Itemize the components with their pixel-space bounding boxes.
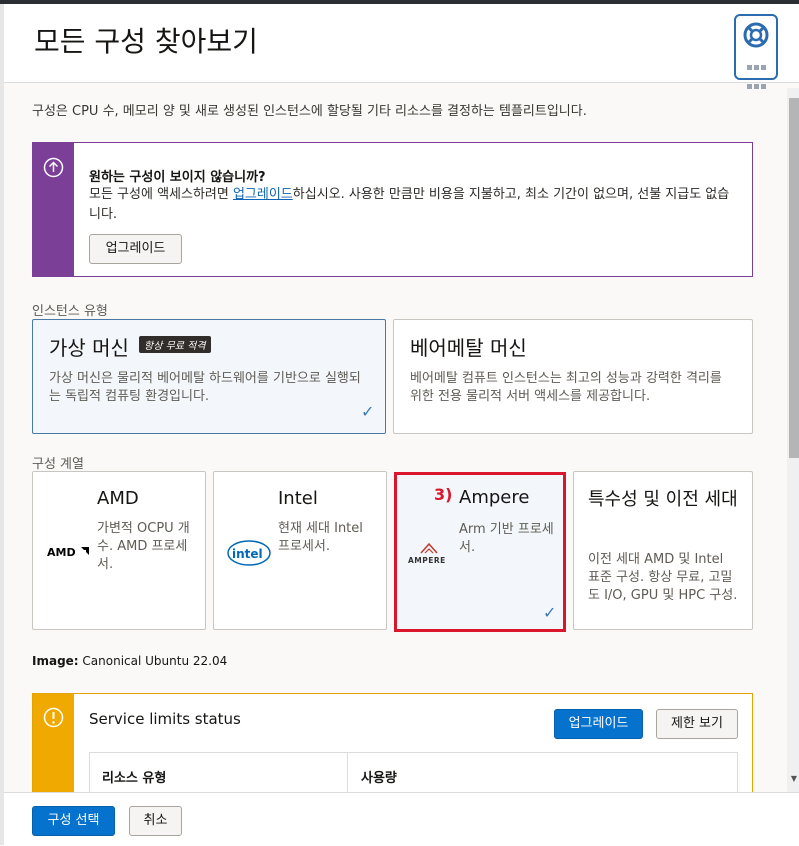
instance-type-bare-metal[interactable]: 베어메탈 머신 베어메탈 컴퓨트 인스턴스는 최고의 성능과 강력한 격리를 위… [393, 319, 753, 434]
lifebuoy-icon [743, 22, 769, 48]
amd-title: AMD [97, 488, 139, 509]
page-title: 모든 구성 찾아보기 [34, 25, 258, 58]
service-limits-title: Service limits status [89, 710, 241, 728]
grid-dots-icon [746, 56, 768, 94]
browse-shapes-dialog: 모든 구성 찾아보기 ▼ 구성은 CPU 수, 메모리 양 및 새로 생성된 인… [4, 4, 799, 846]
selection-highlight-box [394, 472, 566, 632]
shape-series-intel[interactable]: Intel intel 현재 세대 Intel 프로세서. [213, 471, 387, 630]
amd-logo-icon: AMD [47, 546, 89, 559]
bare-metal-title: 베어메탈 머신 [410, 336, 527, 360]
help-button[interactable] [734, 14, 778, 89]
dialog-header: 모든 구성 찾아보기 [4, 4, 799, 89]
upgrade-notice-prefix: 모든 구성에 액세스하려면 [89, 187, 233, 202]
specialty-description: 이전 세대 AMD 및 Intel 표준 구성. 항상 무료, 고밀도 I/O,… [588, 552, 738, 603]
notice-stripe [33, 143, 74, 276]
shape-series-specialty[interactable]: 특수성 및 이전 세대 이전 세대 AMD 및 Intel 표준 구성. 항상 … [573, 471, 753, 630]
dialog-footer: 구성 선택 취소 [4, 792, 799, 846]
image-info: Image: Canonical Ubuntu 22.04 [32, 654, 227, 668]
shape-series-label: 구성 계열 [32, 457, 84, 472]
amd-description: 가변적 OCPU 개수. AMD 프로세서. [97, 521, 190, 572]
arrow-up-circle-icon [43, 157, 64, 178]
cancel-button[interactable]: 취소 [129, 806, 182, 836]
scroll-down-arrow-icon[interactable]: ▼ [789, 774, 799, 783]
bare-metal-description: 베어메탈 컴퓨트 인스턴스는 최고의 성능과 강력한 격리를 위한 전용 물리적… [410, 371, 722, 404]
select-shape-button[interactable]: 구성 선택 [32, 806, 115, 836]
specialty-title: 특수성 및 이전 세대 [588, 489, 738, 510]
vm-title: 가상 머신 [49, 336, 129, 360]
column-header-usage: 사용량 [361, 771, 397, 786]
svg-text:AMD: AMD [47, 546, 76, 559]
shape-series-amd[interactable]: AMD AMD 가변적 OCPU 개수. AMD 프로세서. [32, 471, 206, 630]
check-icon: ✓ [361, 402, 375, 421]
scrollbar-thumb[interactable] [789, 98, 799, 458]
instance-type-virtual-machine[interactable]: 가상 머신 항상 무료 적격 가상 머신은 물리적 베어메탈 하드웨어를 기반으… [32, 319, 386, 434]
view-limits-button[interactable]: 제한 보기 [656, 709, 738, 739]
service-limits-upgrade-button[interactable]: 업그레이드 [554, 709, 643, 739]
upgrade-link[interactable]: 업그레이드 [233, 187, 293, 202]
intel-title: Intel [278, 488, 318, 509]
always-free-badge: 항상 무료 적격 [139, 336, 211, 353]
intel-logo-icon: intel [227, 540, 271, 566]
upgrade-notice-title: 원하는 구성이 보이지 않습니까? [89, 170, 266, 185]
image-value: Canonical Ubuntu 22.04 [82, 654, 228, 668]
upgrade-notice-body: 모든 구성에 액세스하려면 업그레이드하십시오. 사용한 만큼만 비용을 지불하… [89, 185, 739, 225]
instance-type-label: 인스턴스 유형 [32, 304, 108, 319]
svg-text:intel: intel [232, 547, 263, 561]
step-label: 3) [434, 485, 453, 504]
vm-description: 가상 머신은 물리적 베어메탈 하드웨어를 기반으로 실행되는 독립적 컴퓨팅 … [49, 371, 361, 404]
intel-description: 현재 세대 Intel 프로세서. [278, 521, 363, 554]
warning-circle-icon [43, 707, 64, 728]
service-limits-panel: Service limits status 업그레이드 제한 보기 리소스 유형… [32, 693, 753, 803]
image-label: Image: [32, 654, 79, 668]
column-header-resource-type: 리소스 유형 [102, 771, 167, 786]
warning-stripe [33, 694, 74, 802]
upgrade-notice-button[interactable]: 업그레이드 [89, 234, 182, 264]
upgrade-notice: 원하는 구성이 보이지 않습니까? 모든 구성에 액세스하려면 업그레이드하십시… [32, 142, 753, 277]
shape-description: 구성은 CPU 수, 메모리 양 및 새로 생성된 인스턴스에 할당될 기타 리… [32, 104, 587, 119]
